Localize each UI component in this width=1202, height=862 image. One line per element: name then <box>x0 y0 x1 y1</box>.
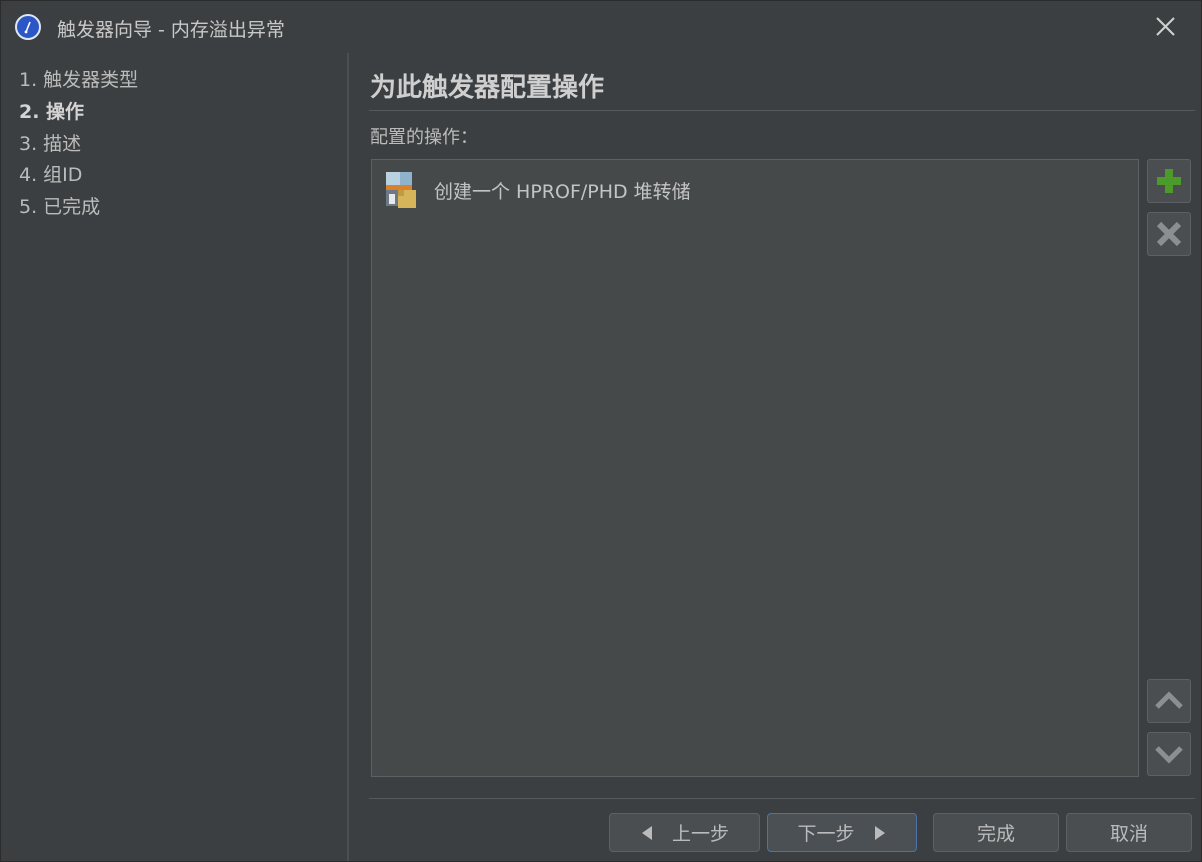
back-button-label: 上一步 <box>671 823 729 845</box>
step-group-id: 4. 组ID <box>19 164 83 186</box>
steps-divider <box>347 53 349 861</box>
next-button-label: 下一步 <box>797 823 855 845</box>
move-up-button[interactable] <box>1147 679 1191 723</box>
back-button[interactable]: 上一步 <box>609 813 760 852</box>
chevron-up-icon <box>1155 691 1183 709</box>
x-icon <box>1156 221 1182 247</box>
next-button[interactable]: 下一步 <box>767 813 917 852</box>
plus-icon <box>1157 169 1181 193</box>
triangle-right-icon <box>874 825 885 840</box>
finish-button[interactable]: 完成 <box>933 813 1059 852</box>
add-action-button[interactable] <box>1147 159 1191 203</box>
cancel-button-label: 取消 <box>1109 823 1148 845</box>
step-finished: 5. 已完成 <box>19 196 101 218</box>
chevron-down-icon <box>1155 746 1183 764</box>
move-down-button[interactable] <box>1147 732 1191 776</box>
step-actions: 2. 操作 <box>19 101 85 123</box>
page-title: 为此触发器配置操作 <box>370 73 605 103</box>
cancel-button[interactable]: 取消 <box>1066 813 1192 852</box>
step-description: 3. 描述 <box>19 133 82 155</box>
window-title: 触发器向导 - 内存溢出异常 <box>57 19 285 41</box>
wizard-window: 触发器向导 - 内存溢出异常 1. 触发器类型 2. 操作 3. 描述 4. 组… <box>0 0 1202 862</box>
step-trigger-type: 1. 触发器类型 <box>19 69 139 91</box>
finish-button-label: 完成 <box>976 823 1015 845</box>
action-label: 创建一个 HPROF/PHD 堆转储 <box>434 180 691 203</box>
triangle-left-icon <box>641 825 652 840</box>
close-icon[interactable] <box>1147 9 1183 45</box>
footer-divider <box>369 798 1195 799</box>
remove-action-button[interactable] <box>1147 212 1191 256</box>
heap-dump-icon <box>384 170 420 210</box>
actions-label: 配置的操作： <box>370 127 478 148</box>
heading-divider <box>369 110 1195 111</box>
compass-icon <box>15 14 41 40</box>
list-item[interactable]: 创建一个 HPROF/PHD 堆转储 <box>384 170 1124 210</box>
wizard-steps: 1. 触发器类型 2. 操作 3. 描述 4. 组ID 5. 已完成 <box>1 53 347 861</box>
actions-list[interactable]: 创建一个 HPROF/PHD 堆转储 <box>371 159 1139 777</box>
title-bar: 触发器向导 - 内存溢出异常 <box>1 1 1201 53</box>
